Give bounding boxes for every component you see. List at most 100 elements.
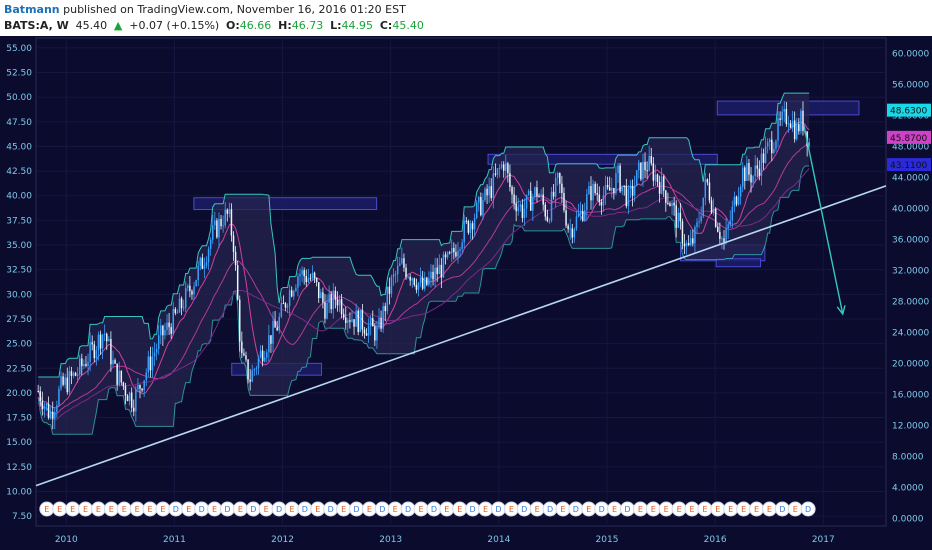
candle-body [295, 287, 297, 292]
candle-body [374, 326, 376, 341]
candle-body [172, 308, 175, 334]
candle-body [214, 220, 216, 226]
candle-body [673, 202, 675, 206]
event-label: D [379, 505, 385, 514]
candle-body [629, 185, 632, 189]
candle-body [120, 370, 123, 383]
candle-body [783, 108, 786, 112]
candle-body [386, 286, 389, 312]
candle-body [97, 334, 100, 351]
candle-body [748, 163, 750, 175]
high-label: H: [278, 19, 292, 32]
candle-body [413, 278, 416, 285]
candle-body [62, 376, 64, 385]
candle-body [779, 118, 781, 120]
event-label: E [767, 505, 772, 514]
candle-body [116, 363, 118, 385]
left-axis-tick: 42.50 [6, 167, 32, 177]
candle-body [596, 193, 598, 195]
candle-body [251, 370, 253, 382]
candle-body [642, 161, 644, 180]
close-label: C: [379, 19, 393, 32]
event-label: E [483, 505, 488, 514]
right-axis-tick: 48.0000 [892, 142, 929, 152]
candle-body [369, 318, 372, 326]
candle-body [143, 380, 145, 391]
candle-body [270, 335, 272, 344]
event-label: D [405, 505, 411, 514]
symbol-label[interactable]: BATS:A, W [4, 19, 69, 32]
publish-line: Batmann published on TradingView.com, No… [4, 3, 406, 16]
candle-body [328, 294, 330, 303]
candle-body [187, 285, 189, 288]
candle-body [775, 140, 777, 149]
candle-body [542, 194, 544, 205]
candle-body [257, 357, 260, 369]
candle-body [268, 335, 270, 353]
event-label: E [135, 505, 140, 514]
candle-body [625, 186, 628, 207]
time-axis-tick: 2011 [163, 535, 186, 545]
candle-body [488, 186, 490, 196]
candle-body [241, 341, 243, 354]
candle-body [157, 335, 160, 349]
candle-body [313, 272, 316, 279]
candle-body [586, 194, 588, 211]
candle-body [330, 294, 332, 310]
candle-body [619, 165, 621, 192]
candle-body [332, 290, 335, 310]
candle-body [750, 174, 752, 183]
event-label: D [779, 505, 785, 514]
candle-body [39, 391, 41, 402]
event-label: E [715, 505, 720, 514]
left-axis-tick: 45.00 [6, 142, 32, 152]
candle-body [563, 192, 565, 211]
candle-body [579, 210, 582, 215]
event-label: D [250, 505, 256, 514]
event-label: E [289, 505, 294, 514]
candle-body [496, 168, 499, 175]
event-label: E [728, 505, 733, 514]
price-chart[interactable]: 55.00 52.50 50.00 47.50 45.00 42.50 40.00 37.50… [0, 36, 932, 550]
candle-body [338, 298, 341, 306]
candle-body [317, 282, 320, 299]
candle-body [85, 364, 87, 366]
candle-body [139, 385, 141, 389]
candle-body [203, 265, 206, 269]
candle-body [758, 168, 761, 176]
candle-body [708, 182, 711, 201]
candle-body [239, 299, 241, 342]
candle-body [565, 210, 567, 226]
author-name[interactable]: Batmann [4, 3, 60, 16]
candle-body [480, 196, 482, 216]
candle-body [399, 263, 401, 266]
event-label: E [109, 505, 114, 514]
candle-body [492, 173, 495, 198]
candle-body [230, 209, 233, 236]
candle-body [336, 299, 339, 306]
right-axis-tick: 32.0000 [892, 266, 929, 276]
candle-body [66, 377, 69, 393]
event-label: E [57, 505, 62, 514]
event-label: D [431, 505, 437, 514]
event-label: E [793, 505, 798, 514]
candle-body [631, 185, 634, 196]
candle-body [367, 325, 370, 336]
candle-body [357, 310, 359, 332]
candle-body [417, 282, 420, 290]
candle-body [662, 176, 665, 191]
candle-body [390, 276, 393, 294]
candle-body [590, 186, 592, 201]
candle-body [461, 242, 463, 250]
candle-body [91, 342, 93, 345]
candle-body [195, 279, 197, 287]
candle-body [72, 372, 75, 376]
price-tag-label: 48.6300 [890, 107, 927, 117]
event-label: E [83, 505, 88, 514]
candle-body [87, 361, 89, 366]
candle-body [216, 220, 218, 238]
candle-body [785, 108, 788, 125]
candle-body [224, 209, 226, 226]
candle-body [51, 411, 54, 419]
candle-body [299, 274, 301, 277]
